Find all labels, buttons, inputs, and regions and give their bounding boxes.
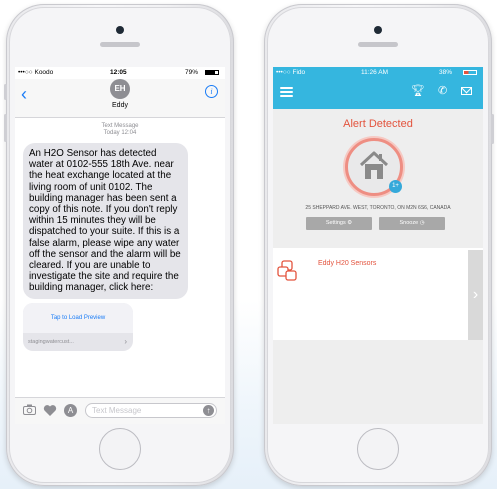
camera-icon[interactable]	[22, 404, 36, 418]
earpiece-speaker	[358, 42, 398, 47]
settings-label: Settings	[325, 220, 346, 226]
gear-icon: ⚙	[347, 220, 353, 226]
site-address: 25 SHEPPARD AVE. WEST, TORONTO, ON M2N 6…	[305, 205, 451, 211]
link-preview[interactable]: Tap to Load Preview stagingwatercust... …	[23, 302, 133, 351]
mail-icon[interactable]	[461, 87, 472, 95]
app-header: •••○○ Fido 11:26 AM 38% 🏆︎ ✆	[273, 67, 483, 109]
preview-url: stagingwatercust...	[28, 338, 74, 345]
power-button	[491, 114, 494, 144]
send-arrow-icon[interactable]: ↑	[203, 405, 214, 416]
alert-panel: Alert Detected 1+ 25 SHEPPARD AVE. WEST,…	[273, 109, 483, 248]
mute-switch	[4, 84, 7, 100]
info-icon[interactable]: i	[205, 85, 218, 98]
clock-icon: ◷	[419, 220, 425, 226]
alert-title: Alert Detected	[343, 118, 413, 130]
volume-up-button	[4, 114, 7, 142]
battery-icon	[463, 70, 477, 75]
messages-screen: •••○○ Koodo 12:05 79% ‹ EH Eddy i Text M…	[15, 67, 225, 424]
snooze-button[interactable]: Snooze ◷	[379, 217, 445, 230]
digital-touch-icon[interactable]	[43, 404, 57, 418]
alert-house-ring[interactable]: 1+	[345, 138, 403, 196]
phone-icon[interactable]: ✆	[438, 84, 447, 97]
conversation-header: ‹ EH Eddy i	[15, 79, 225, 118]
carrier: •••○○ Koodo	[18, 69, 54, 76]
message-type: Text Message	[101, 123, 139, 129]
sensor-cluster-icon	[277, 260, 297, 281]
menu-icon[interactable]	[280, 87, 293, 97]
home-button[interactable]	[99, 428, 141, 470]
front-camera	[374, 26, 382, 34]
left-phone: •••○○ Koodo 12:05 79% ‹ EH Eddy i Text M…	[4, 4, 234, 486]
settings-button[interactable]: Settings ⚙	[306, 217, 372, 230]
message-time: Today 12:04	[103, 130, 137, 136]
status-bar: •••○○ Koodo 12:05 79%	[15, 67, 225, 79]
right-phone: •••○○ Fido 11:26 AM 38% 🏆︎ ✆ Alert Detec…	[264, 4, 494, 486]
contact-name[interactable]: Eddy	[15, 102, 225, 109]
sensor-list-item[interactable]: Eddy H20 Sensors ›	[273, 250, 483, 340]
snooze-label: Snooze	[399, 220, 419, 226]
earpiece-speaker	[100, 42, 140, 47]
message-input-placeholder: Text Message	[92, 406, 142, 415]
home-button[interactable]	[357, 428, 399, 470]
clock: 12:05	[110, 69, 127, 76]
sensor-name: Eddy H20 Sensors	[318, 260, 377, 267]
chevron-right-icon[interactable]: ›	[468, 250, 483, 340]
status-bar: •••○○ Fido 11:26 AM 38%	[273, 67, 483, 79]
incoming-message-bubble[interactable]: An H2O Sensor has detected water at 0102…	[23, 143, 188, 299]
front-camera	[116, 26, 124, 34]
trophy-icon[interactable]: 🏆︎	[411, 84, 425, 97]
avatar[interactable]: EH	[110, 79, 130, 99]
battery-percent: 79%	[185, 69, 199, 76]
preview-url-row[interactable]: stagingwatercust... ›	[23, 333, 133, 351]
empty-list-area	[273, 340, 483, 424]
load-preview-link[interactable]: Tap to Load Preview	[23, 302, 133, 333]
house-icon	[359, 151, 389, 179]
app-store-icon[interactable]: A	[64, 404, 77, 417]
compose-bar: A Text Message ↑	[15, 397, 225, 424]
chevron-right-icon: ›	[124, 336, 127, 346]
message-timestamp: Text Message Today 12:04	[15, 123, 225, 137]
back-chevron-icon[interactable]: ‹	[21, 85, 27, 103]
alert-count-badge: 1+	[389, 180, 402, 193]
battery-percent: 38%	[439, 69, 453, 76]
carrier: •••○○ Fido	[276, 69, 306, 76]
message-input[interactable]: Text Message ↑	[85, 403, 217, 418]
battery-icon	[205, 70, 219, 75]
clock: 11:26 AM	[361, 69, 388, 76]
eddy-app-screen: •••○○ Fido 11:26 AM 38% 🏆︎ ✆ Alert Detec…	[273, 67, 483, 424]
